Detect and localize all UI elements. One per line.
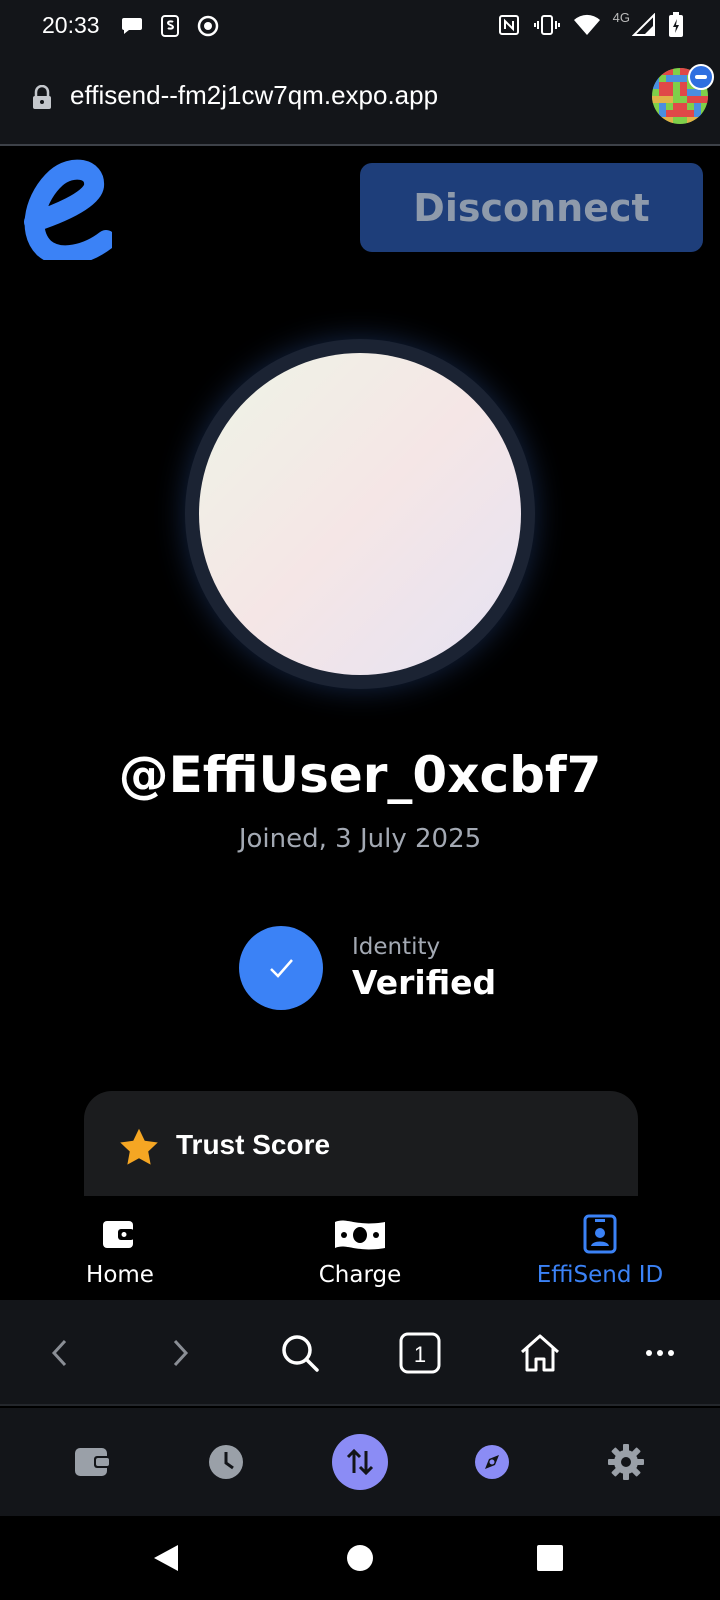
disconnect-button[interactable]: Disconnect [360,163,703,252]
system-back-button[interactable] [106,1516,226,1600]
identity-label: Identity [352,934,441,960]
trust-score-card[interactable]: Trust Score [84,1091,638,1196]
vibrate-icon [533,15,560,35]
tab-home[interactable]: Home [0,1196,240,1300]
search-icon [282,1335,319,1372]
tabs-count-icon: 1 [399,1332,441,1374]
s-app-icon [161,15,179,37]
tab-charge[interactable]: Charge [240,1196,480,1300]
square-recents-icon [537,1545,563,1571]
wallet-bottom-bar [0,1408,720,1516]
trust-score-title: Trust Score [176,1129,331,1160]
tab-count: 1 [414,1342,426,1367]
forward-button[interactable] [120,1300,240,1406]
avatar-image [199,353,521,675]
cash-icon [335,1220,385,1250]
chevron-left-icon [51,1339,67,1367]
status-time: 20:33 [42,12,100,38]
tabs-button[interactable]: 1 [360,1300,480,1406]
tab-home-label: Home [86,1262,154,1288]
profile-avatar [185,339,535,689]
wallet-button[interactable] [27,1408,159,1516]
history-button[interactable] [160,1408,292,1516]
compass-icon [475,1445,509,1479]
chat-bubble-icon [122,18,142,34]
more-dots-icon [646,1350,674,1356]
tab-effisend-id-label: EffiSend ID [536,1262,664,1288]
network-type: 4G [612,9,630,25]
signal-icon [632,13,655,36]
battery-charging-icon [669,12,683,37]
gear-icon [608,1444,644,1480]
search-button[interactable] [240,1300,360,1406]
explore-button[interactable] [426,1408,558,1516]
swap-button[interactable] [294,1408,426,1516]
home-button[interactable] [480,1300,600,1406]
effisend-logo [24,159,112,260]
settings-button[interactable] [560,1408,692,1516]
wallet-icon [75,1448,111,1476]
url-text[interactable]: effisend--fm2j1cw7qm.expo.app [70,80,438,111]
circle-home-icon [347,1545,373,1571]
minus-badge-icon [688,64,714,90]
verified-check-icon [239,926,323,1010]
system-home-button[interactable] [300,1516,420,1600]
chevron-right-icon [173,1339,189,1367]
star-icon [120,1128,158,1165]
system-nav-bar [0,1516,720,1600]
system-recents-button[interactable] [490,1516,610,1600]
back-button[interactable] [0,1300,120,1406]
clock-icon [209,1445,243,1479]
wifi-icon [573,14,600,35]
identity-status: Verified [352,963,497,1002]
username: @EffiUser_0xcbf7 [118,746,602,804]
home-icon [521,1334,559,1372]
browser-nav-bar: 1 [0,1300,720,1406]
status-bar: 20:33 4G [0,0,720,54]
swap-arrows-icon [332,1434,388,1490]
nfc-icon [498,15,519,35]
lock-icon [33,85,51,109]
tab-effisend-id[interactable]: EffiSend ID [480,1196,720,1300]
joined-date: Joined, 3 July 2025 [238,824,482,854]
triangle-back-icon [154,1545,178,1571]
more-button[interactable] [600,1300,720,1406]
tab-charge-label: Charge [318,1262,402,1288]
browser-url-bar[interactable]: effisend--fm2j1cw7qm.expo.app [0,54,720,146]
app-tab-bar: Home Charge EffiSend ID [0,1196,720,1300]
record-icon [197,15,219,37]
wallet-icon [103,1221,134,1248]
id-badge-icon [583,1214,617,1254]
